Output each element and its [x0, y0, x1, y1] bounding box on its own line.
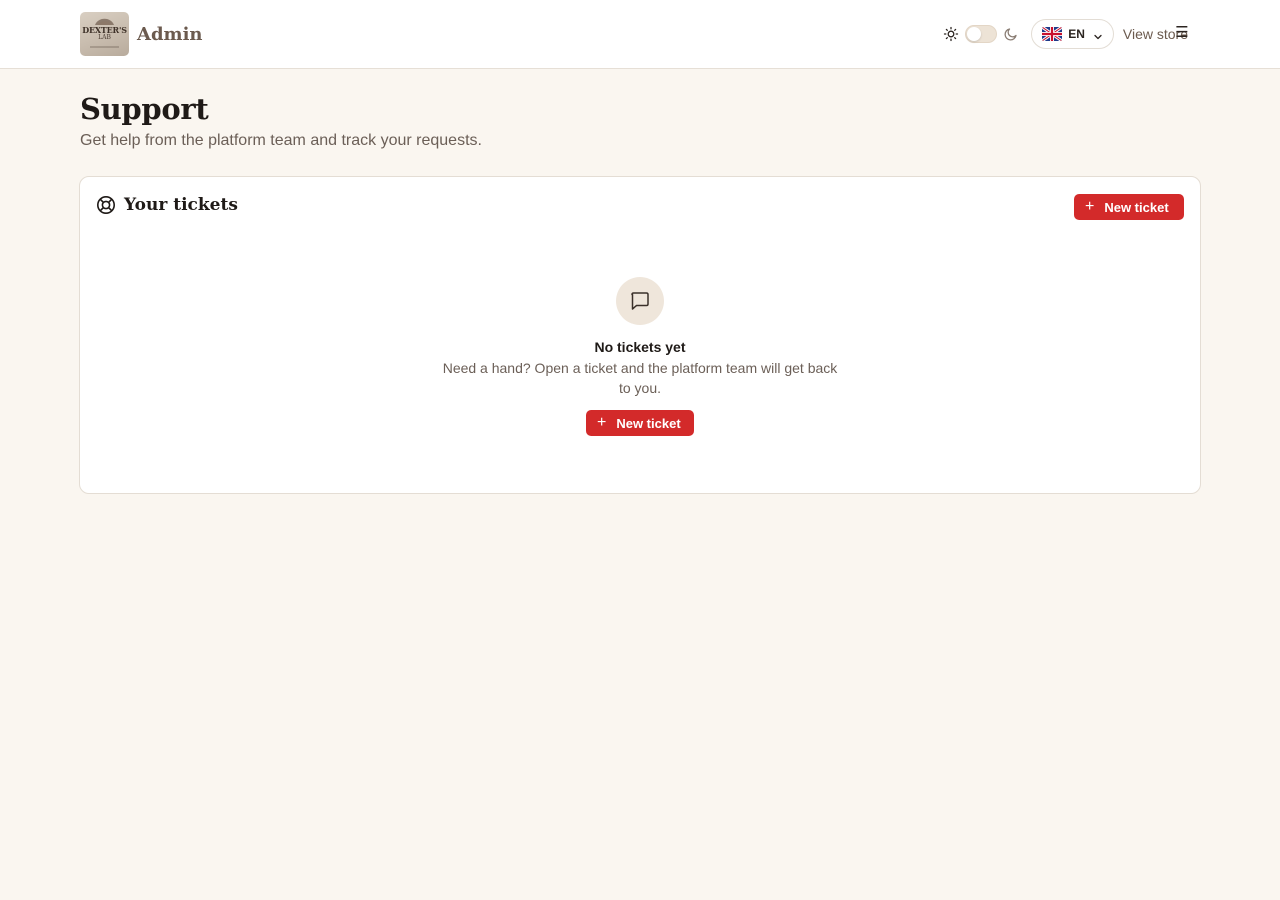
plus-icon: +: [597, 414, 607, 431]
chevron-down-icon: [1093, 29, 1103, 40]
message-square-icon: [616, 277, 664, 325]
sun-icon: [943, 26, 959, 42]
tickets-card-title: Your tickets: [124, 195, 238, 215]
empty-state-new-ticket-label: New ticket: [616, 415, 681, 431]
theme-switch[interactable]: [965, 25, 998, 43]
top-navigation-bar: DEXTER'S LAB Admin EN View store ☰: [0, 0, 1280, 69]
plus-icon: +: [1085, 198, 1095, 215]
new-ticket-button-label: New ticket: [1104, 199, 1169, 215]
theme-switch-knob: [967, 27, 982, 41]
logo-subtext: LAB: [98, 34, 111, 41]
store-logo: DEXTER'S LAB: [80, 12, 129, 56]
page-subtitle: Get help from the platform team and trac…: [80, 132, 482, 149]
uk-flag-icon: [1042, 27, 1063, 41]
empty-state-description: Need a hand? Open a ticket and the platf…: [442, 360, 838, 396]
hamburger-menu-icon[interactable]: ☰: [1175, 25, 1189, 40]
lifebuoy-icon: [96, 195, 116, 215]
moon-icon: [1003, 26, 1019, 42]
header-actions: EN View store: [943, 19, 1188, 49]
language-selector[interactable]: EN: [1031, 19, 1114, 49]
logo-text: DEXTER'S: [82, 25, 127, 35]
language-code: EN: [1068, 27, 1085, 41]
brand[interactable]: DEXTER'S LAB Admin: [80, 12, 203, 56]
tickets-card: Your tickets + New ticket No tickets yet…: [79, 176, 1201, 494]
new-ticket-button[interactable]: + New ticket: [1074, 194, 1184, 220]
theme-toggle[interactable]: [943, 25, 1019, 43]
page-title: Support: [80, 92, 209, 126]
empty-state-title: No tickets yet: [594, 339, 686, 355]
brand-title: Admin: [137, 23, 203, 45]
tickets-card-header: Your tickets: [96, 195, 238, 215]
empty-state-new-ticket-button[interactable]: + New ticket: [586, 410, 694, 436]
